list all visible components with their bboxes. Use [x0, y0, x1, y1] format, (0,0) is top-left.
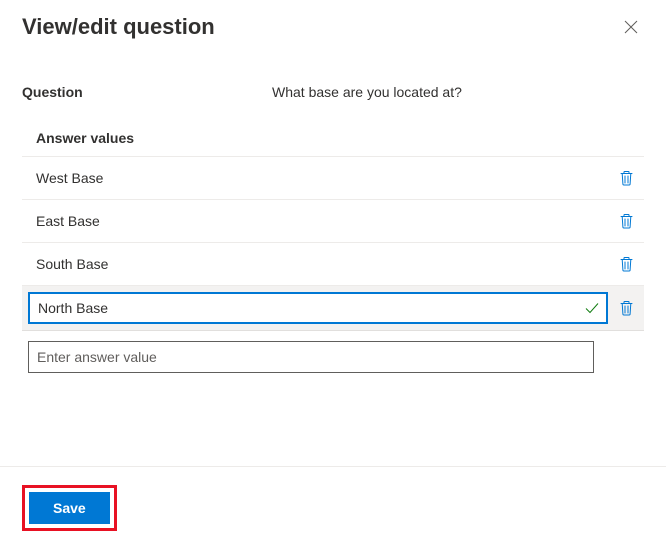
trash-icon — [619, 300, 634, 316]
check-icon — [584, 300, 600, 316]
close-button[interactable] — [618, 14, 644, 40]
delete-button[interactable] — [614, 296, 638, 320]
delete-button[interactable] — [614, 252, 638, 276]
dialog-header: View/edit question — [0, 0, 666, 48]
trash-icon — [619, 170, 634, 186]
dialog-content: Question What base are you located at? A… — [0, 48, 666, 373]
answers-list: West Base East Base South Base — [22, 156, 644, 373]
question-label: Question — [22, 84, 272, 100]
delete-button[interactable] — [614, 166, 638, 190]
save-highlight: Save — [22, 485, 117, 531]
answer-value: South Base — [36, 256, 108, 272]
new-answer-input[interactable] — [28, 341, 594, 373]
dialog-footer: Save — [0, 466, 666, 559]
question-text: What base are you located at? — [272, 84, 462, 100]
answer-value: East Base — [36, 213, 100, 229]
answer-row-editing — [22, 286, 644, 331]
answer-row: South Base — [22, 243, 644, 286]
trash-icon — [619, 256, 634, 272]
trash-icon — [619, 213, 634, 229]
edit-input-container — [28, 292, 608, 324]
answer-row: East Base — [22, 200, 644, 243]
dialog-title: View/edit question — [22, 14, 215, 40]
close-icon — [624, 20, 638, 34]
save-button[interactable]: Save — [29, 492, 110, 524]
answer-edit-input[interactable] — [38, 300, 584, 316]
answers-section-label: Answer values — [22, 130, 644, 156]
delete-button[interactable] — [614, 209, 638, 233]
answer-value: West Base — [36, 170, 103, 186]
answer-row: West Base — [22, 157, 644, 200]
new-answer-row — [22, 331, 644, 373]
question-row: Question What base are you located at? — [22, 84, 644, 100]
